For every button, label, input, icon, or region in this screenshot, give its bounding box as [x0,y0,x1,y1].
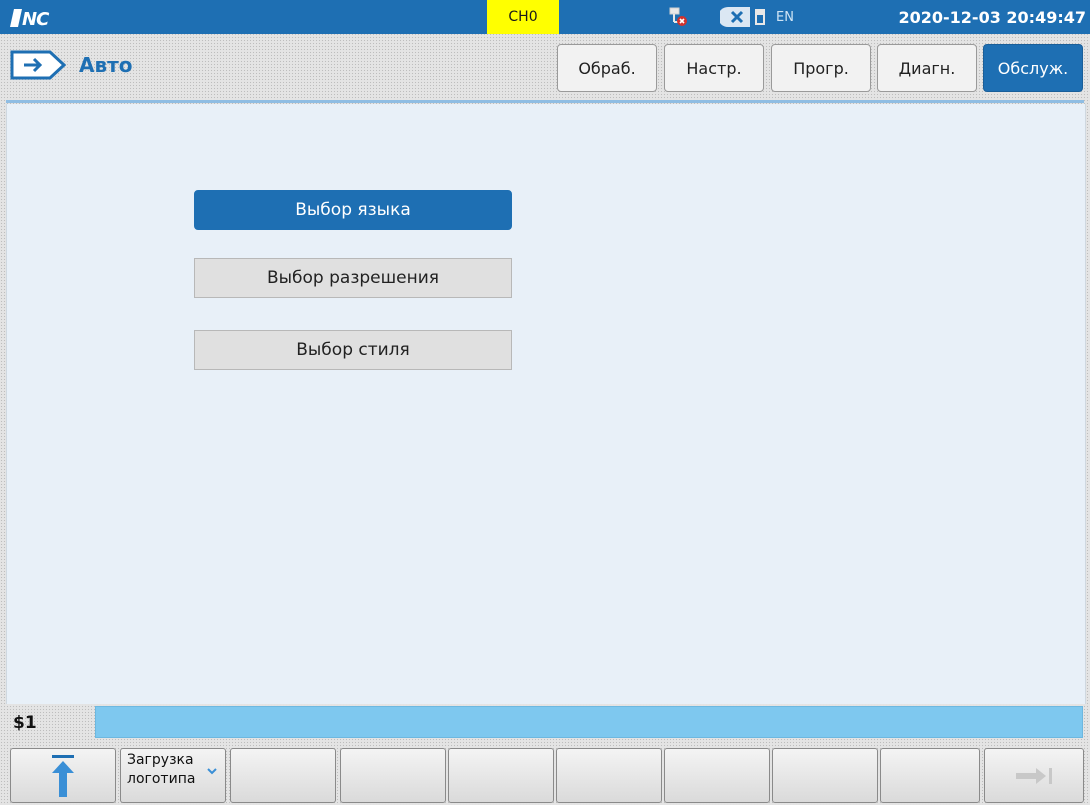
network-error-icon [669,7,687,26]
datetime-display: 2020-12-03 20:49:47 [898,7,1086,27]
softkey-bar: Загрузка логотипа [0,746,1090,805]
softkey-empty-3[interactable] [230,748,336,803]
tab-setup[interactable]: Настр. [664,44,764,92]
up-arrow-icon [52,754,74,797]
command-input[interactable] [95,706,1083,738]
menu-option-style[interactable]: Выбор стиля [194,330,512,370]
softkey-empty-6[interactable] [556,748,662,803]
menu-option-resolution[interactable]: Выбор разрешения [194,258,512,298]
status-bar: NC CH0 EN 2020-12-03 20:49:47 [0,0,1090,34]
svg-text:NC: NC [22,9,50,29]
command-row: $1 [0,705,1090,741]
softkey-empty-5[interactable] [448,748,554,803]
command-prefix: $1 [13,713,37,733]
arrow-right-to-bar-icon [1016,767,1052,784]
tab-processing[interactable]: Обраб. [557,44,657,92]
softkey-empty-9[interactable] [880,748,980,803]
tab-maintenance[interactable]: Обслуж. [983,44,1083,92]
softkey-continue[interactable] [984,748,1084,803]
battery-icon [755,9,765,25]
tab-diagnostics[interactable]: Диагн. [877,44,977,92]
tab-program[interactable]: Прогр. [771,44,871,92]
softkey-empty-7[interactable] [664,748,770,803]
channel-indicator[interactable]: CH0 [487,0,559,34]
chevron-down-icon [207,768,217,775]
language-indicator[interactable]: EN [776,0,794,34]
hnc-logo: NC [10,9,51,29]
header-divider [6,100,1084,103]
auto-mode-arrow-icon [10,50,66,80]
main-panel: Выбор языка Выбор разрешения Выбор стиля [6,104,1086,704]
softkey-back-up[interactable] [10,748,116,803]
mode-bar: Авто Обраб. Настр. Прогр. Диагн. Обслуж. [0,34,1090,98]
softkey-empty-4[interactable] [340,748,446,803]
softkey-logo-load-line1: Загрузка [127,752,194,768]
mode-label: Авто [79,53,133,77]
softkey-logo-load-line2: логотипа [127,771,196,787]
softkey-logo-load[interactable]: Загрузка логотипа [120,748,226,803]
softkey-empty-8[interactable] [772,748,878,803]
menu-option-language[interactable]: Выбор языка [194,190,512,230]
close-icon[interactable] [720,7,750,27]
